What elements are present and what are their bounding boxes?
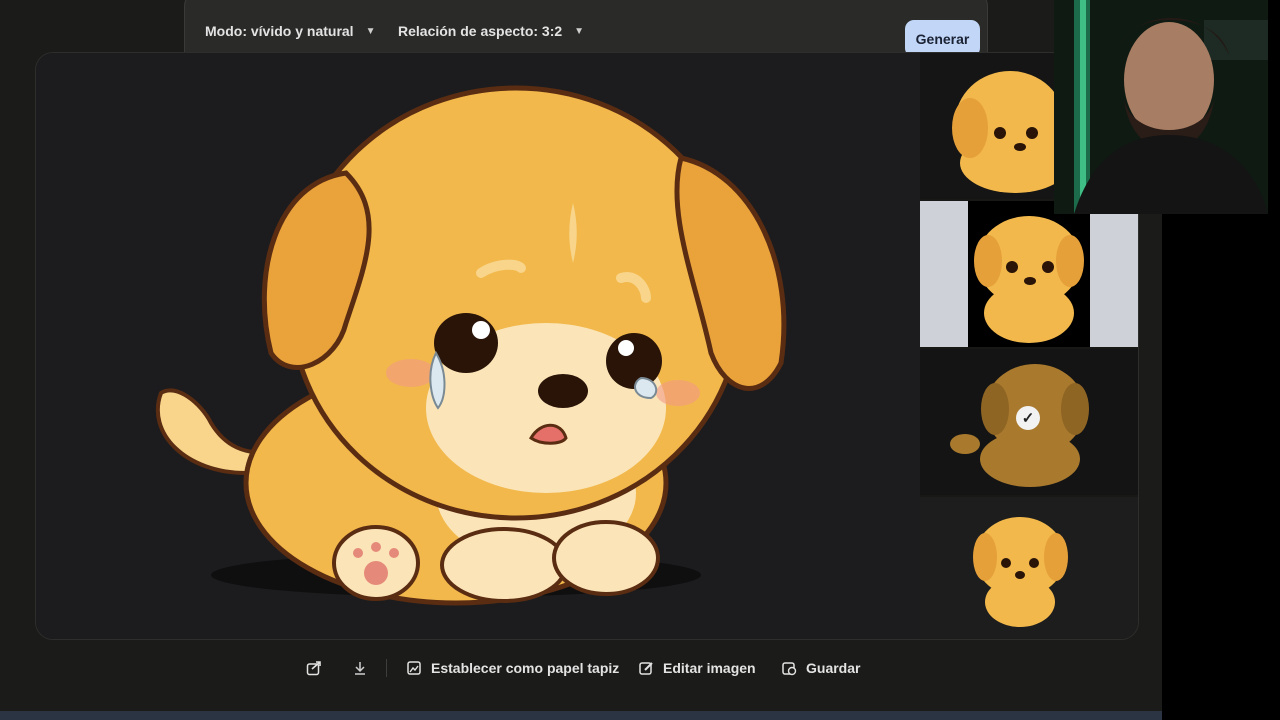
save-icon	[782, 662, 797, 676]
edit-image-button[interactable]: Editar imagen	[638, 657, 756, 679]
thumbnail-2[interactable]	[920, 201, 1138, 347]
set-wallpaper-button[interactable]: Establecer como papel tapiz	[406, 657, 619, 679]
share-icon	[306, 661, 321, 676]
divider	[386, 659, 387, 677]
thumbnail-3[interactable]: ✓	[920, 349, 1138, 495]
bottom-strip	[0, 711, 1162, 720]
save-button[interactable]: Guardar	[781, 657, 860, 679]
mode-dropdown[interactable]: Modo: vívido y natural ▼	[205, 23, 375, 39]
image-actions-bar: Establecer como papel tapiz Editar image…	[0, 657, 1162, 681]
edit-icon	[639, 662, 653, 675]
edit-image-label: Editar imagen	[663, 660, 756, 676]
main-puppy-image	[36, 53, 920, 639]
webcam-overlay	[1054, 0, 1268, 214]
share-button[interactable]	[306, 657, 331, 679]
chevron-down-icon: ▼	[365, 25, 376, 37]
chevron-down-icon: ▼	[574, 25, 585, 37]
image-viewer: ✓	[35, 52, 1139, 640]
aspect-ratio-dropdown[interactable]: Relación de aspecto: 3:2 ▼	[398, 23, 584, 39]
save-label: Guardar	[806, 660, 861, 676]
wallpaper-icon	[407, 661, 421, 675]
download-icon	[355, 662, 365, 675]
aspect-ratio-label: Relación de aspecto: 3:2	[398, 23, 563, 39]
thumbnail-4[interactable]	[920, 497, 1138, 639]
set-wallpaper-label: Establecer como papel tapiz	[431, 660, 620, 676]
download-button[interactable]	[352, 657, 377, 679]
mode-dropdown-label: Modo: vívido y natural	[205, 23, 354, 39]
selected-check-icon: ✓	[1016, 406, 1040, 430]
